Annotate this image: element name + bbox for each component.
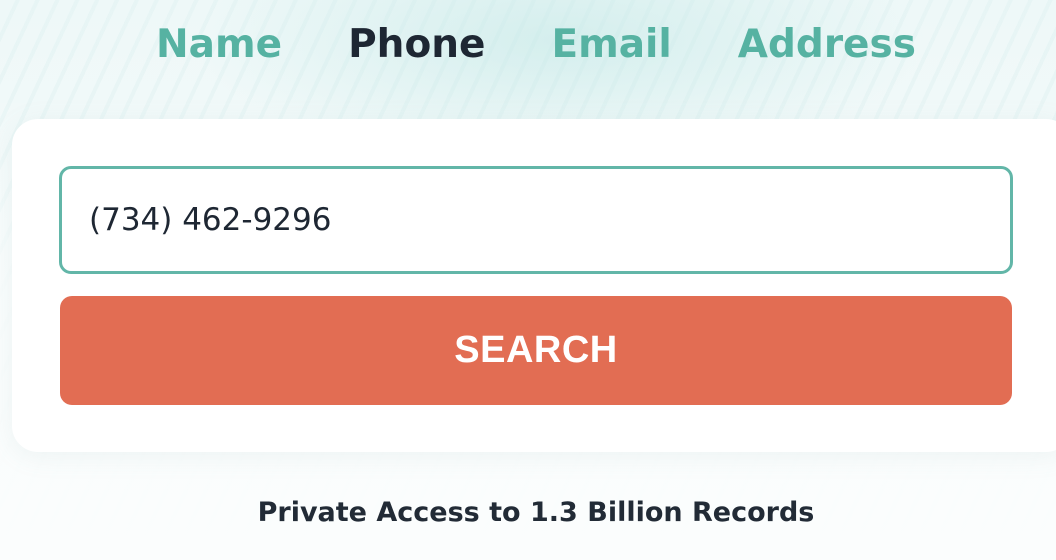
search-button[interactable]: SEARCH bbox=[60, 296, 1012, 405]
tab-address[interactable]: Address bbox=[738, 18, 916, 72]
search-card: SEARCH bbox=[12, 119, 1056, 452]
records-tagline: Private Access to 1.3 Billion Records bbox=[257, 497, 815, 528]
phone-search-input[interactable] bbox=[59, 166, 1013, 274]
tab-phone[interactable]: Phone bbox=[348, 18, 485, 72]
tab-name[interactable]: Name bbox=[156, 18, 282, 72]
search-type-tabs: Name Phone Email Address bbox=[0, 18, 1056, 72]
tab-email[interactable]: Email bbox=[551, 18, 671, 72]
